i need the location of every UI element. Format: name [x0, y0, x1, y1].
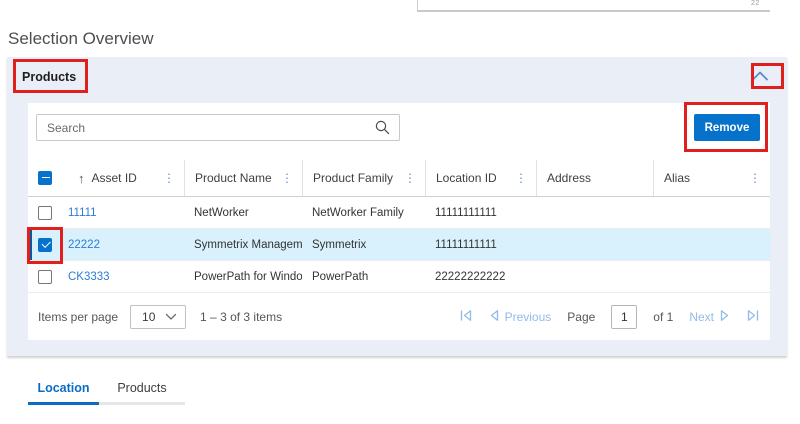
asset-id-link[interactable]: 22222: [68, 239, 100, 251]
page-label: Page: [567, 310, 595, 324]
product-name-cell: PowerPath for Windo...: [184, 261, 302, 292]
items-per-page-label: Items per page: [38, 310, 118, 324]
column-menu-icon[interactable]: ⋮: [515, 172, 527, 184]
tab-products[interactable]: Products: [99, 374, 185, 405]
product-name-cell: Symmetrix Managem...: [184, 229, 302, 260]
product-family-cell: NetWorker Family: [302, 197, 425, 228]
remove-button[interactable]: Remove: [694, 114, 760, 141]
items-per-page-select[interactable]: 10: [130, 305, 186, 329]
column-header-product-family[interactable]: Product Family ⋮: [302, 160, 425, 196]
chevron-left-icon: [489, 309, 499, 325]
row-checkbox[interactable]: [38, 206, 52, 220]
next-page-button[interactable]: Next: [689, 309, 730, 325]
column-label: Product Name: [195, 171, 272, 185]
items-range-text: 1 – 3 of 3 items: [200, 310, 282, 324]
panel-title: Products: [22, 70, 76, 84]
table-row[interactable]: 22222 Symmetrix Managem... Symmetrix 111…: [28, 229, 770, 261]
address-cell: [536, 261, 653, 292]
collapse-panel-button[interactable]: [749, 68, 771, 86]
previous-label: Previous: [505, 310, 552, 324]
column-header-address[interactable]: Address: [536, 160, 653, 196]
product-family-cell: PowerPath: [302, 261, 425, 292]
page-of-label: of 1: [653, 310, 673, 324]
sort-ascending-icon[interactable]: ↑: [78, 171, 85, 186]
column-menu-icon[interactable]: ⋮: [281, 172, 293, 184]
asset-id-link[interactable]: 11111: [68, 207, 97, 219]
cutoff-input-fragment: [417, 0, 770, 12]
next-label: Next: [689, 310, 714, 324]
header-checkbox-cell: [28, 160, 66, 196]
address-cell: [536, 197, 653, 228]
first-page-button[interactable]: [459, 309, 473, 325]
column-menu-icon[interactable]: ⋮: [404, 172, 416, 184]
chevron-up-icon: [751, 70, 769, 85]
location-id-cell: 22222222222: [425, 261, 536, 292]
tab-location[interactable]: Location: [28, 374, 99, 405]
product-family-cell: Symmetrix: [302, 229, 425, 260]
column-label: Location ID: [436, 171, 497, 185]
bottom-tab-strip: Location Products: [28, 374, 185, 405]
skip-to-last-icon: [746, 309, 760, 325]
column-label: Asset ID: [92, 171, 137, 185]
column-label: Alias: [664, 171, 690, 185]
column-header-product-name[interactable]: Product Name ⋮: [184, 160, 302, 196]
column-menu-icon[interactable]: ⋮: [749, 172, 761, 184]
previous-page-button[interactable]: Previous: [489, 309, 552, 325]
alias-cell: [653, 261, 770, 292]
alias-cell: [653, 197, 770, 228]
location-id-cell: 11111111111: [425, 229, 536, 260]
column-header-location-id[interactable]: Location ID ⋮: [425, 160, 536, 196]
column-menu-icon[interactable]: ⋮: [163, 172, 175, 184]
search-input-wrapper: [36, 114, 400, 141]
table-header-row: ↑ Asset ID ⋮ Product Name ⋮ Product Fami…: [28, 160, 770, 197]
last-page-button[interactable]: [746, 309, 760, 325]
search-icon[interactable]: [375, 120, 390, 135]
pagination-bar: Items per page 10 1 – 3 of 3 items: [28, 293, 770, 340]
page-title: Selection Overview: [8, 29, 154, 49]
skip-to-first-icon: [459, 309, 473, 325]
location-id-cell: 11111111111: [425, 197, 536, 228]
selection-overview-page: 22 Selection Overview Products Remove: [0, 0, 800, 424]
address-cell: [536, 229, 653, 260]
search-input[interactable]: [37, 121, 375, 135]
chevron-down-icon: [165, 310, 185, 324]
alias-cell: [653, 229, 770, 260]
table-row[interactable]: CK3333 PowerPath for Windo... PowerPath …: [28, 261, 770, 293]
column-label: Product Family: [313, 171, 393, 185]
products-table-card: Remove ↑ Asset ID ⋮ Product Name ⋮: [28, 103, 770, 340]
page-number-input[interactable]: [611, 305, 637, 329]
cutoff-counter-text: 22: [751, 0, 760, 7]
product-name-cell: NetWorker: [184, 197, 302, 228]
select-all-checkbox[interactable]: [38, 171, 52, 185]
column-label: Address: [547, 171, 591, 185]
items-per-page-value: 10: [131, 310, 165, 324]
row-checkbox[interactable]: [38, 238, 52, 252]
products-panel: Products Remove ↑: [7, 57, 787, 356]
chevron-right-icon: [720, 309, 730, 325]
asset-id-link[interactable]: CK3333: [68, 271, 110, 283]
products-table: ↑ Asset ID ⋮ Product Name ⋮ Product Fami…: [28, 160, 770, 293]
row-checkbox[interactable]: [38, 270, 52, 284]
column-header-asset-id[interactable]: ↑ Asset ID ⋮: [66, 160, 184, 196]
column-header-alias[interactable]: Alias ⋮: [653, 160, 770, 196]
table-row[interactable]: 11111 NetWorker NetWorker Family 1111111…: [28, 197, 770, 229]
